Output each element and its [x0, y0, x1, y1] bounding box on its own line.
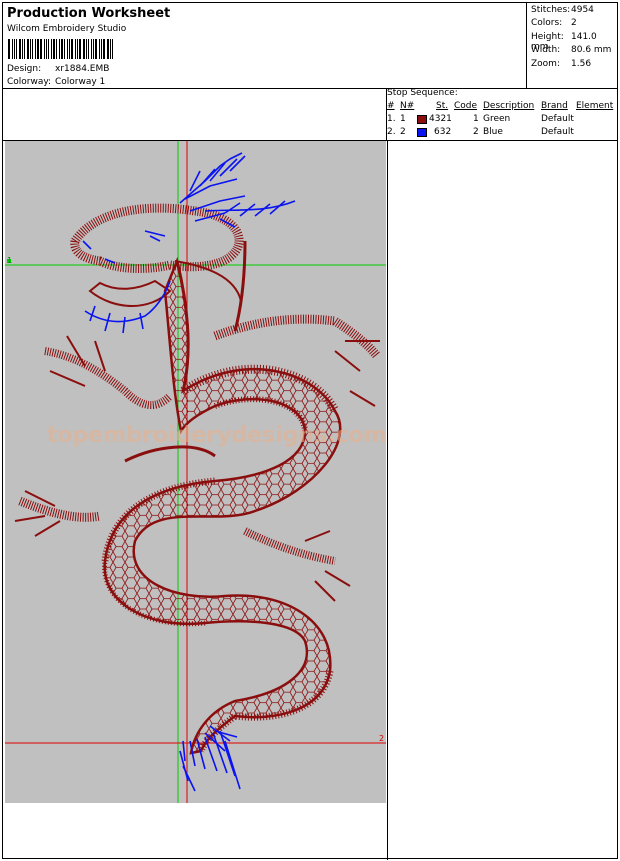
stop-brand: Default [541, 127, 574, 137]
stop-num: 2. [387, 127, 396, 137]
stop-description: Green [483, 114, 511, 124]
design-stats: Stitches:4954 Colors: 2 Height: 141.0 mm W… [528, 3, 617, 88]
dragon-body [101, 256, 342, 755]
stop-row[interactable]: 2. 2 632 2 Blue Default [387, 127, 617, 139]
marker-start-label: 1 [7, 256, 13, 265]
barcode-bar [69, 39, 70, 59]
header-info: Production Worksheet Wilcom Embroidery S… [3, 3, 527, 88]
barcode-bar [48, 39, 49, 59]
stop-sequence-header: # N# St. Code Description Brand Element [387, 101, 617, 113]
barcode-bar [83, 39, 85, 59]
stat-zoom: Zoom: 1.56 [531, 59, 591, 69]
barcode-bar [8, 39, 10, 59]
stop-stitches: 632 [434, 127, 452, 137]
design-label: Design: [7, 64, 42, 74]
barcode-bar [95, 39, 97, 59]
barcode-bar [99, 39, 100, 59]
col-stitches: St. [436, 101, 449, 111]
watermark: topembroiderydesigns.com [47, 423, 386, 448]
barcode-bar [88, 39, 89, 59]
stop-description: Blue [483, 127, 503, 137]
barcode [8, 39, 132, 59]
blank-panel [3, 89, 387, 140]
barcode-bar [86, 39, 87, 59]
barcode-bar [75, 39, 76, 59]
barcode-bar [35, 39, 36, 59]
stat-label: Width: [531, 45, 561, 55]
dragon-head [70, 203, 244, 307]
stat-colors: Colors: 2 [531, 18, 577, 28]
barcode-bar [79, 39, 81, 59]
color-swatch [417, 115, 427, 124]
stop-code: 2 [473, 127, 479, 137]
barcode-bar [51, 39, 52, 59]
barcode-bar [59, 39, 60, 59]
stat-stitches: Stitches:4954 [531, 5, 594, 15]
col-element: Element [576, 101, 614, 111]
barcode-bar [30, 39, 31, 59]
barcode-bar [110, 39, 111, 59]
page-title: Production Worksheet [7, 6, 171, 21]
colorway-value: Colorway 1 [55, 77, 106, 87]
barcode-bar [37, 39, 39, 59]
software-name: Wilcom Embroidery Studio [7, 24, 127, 34]
colorway-label: Colorway: [7, 77, 52, 87]
column-divider [387, 141, 388, 860]
barcode-bar [16, 39, 17, 59]
barcode-bar [91, 39, 92, 59]
col-description: Description [483, 101, 535, 111]
stop-n: 1 [400, 114, 406, 124]
colorway-row: Colorway: Colorway 1 [7, 77, 105, 87]
stat-width: Width: 80.6 mm [531, 45, 611, 55]
design-row: Design: xr1884.EMB [7, 64, 109, 74]
stop-stitches: 4321 [429, 114, 452, 124]
barcode-bar [56, 39, 57, 59]
barcode-bar [40, 39, 42, 59]
barcode-bar [19, 39, 21, 59]
stop-sequence-caption: Stop Sequence: [387, 88, 458, 98]
barcode-bar [61, 39, 63, 59]
stat-value: 80.6 mm [571, 45, 612, 55]
stop-num: 1. [387, 114, 396, 124]
stat-value: 1.56 [571, 59, 592, 69]
barcode-bar [103, 39, 105, 59]
col-num: # [387, 101, 395, 111]
col-brand: Brand [541, 101, 568, 111]
stop-n: 2 [400, 127, 406, 137]
barcode-bar [64, 39, 65, 59]
dragon-design [5, 141, 386, 803]
worksheet-header: Production Worksheet Wilcom Embroidery S… [3, 3, 617, 89]
stat-value: 4954 [571, 5, 594, 15]
design-canvas[interactable]: topembroiderydesigns.com 1 2 [5, 141, 386, 803]
stat-value: 2 [571, 18, 577, 28]
barcode-bar [101, 39, 102, 59]
marker-end-label: 2 [379, 734, 385, 743]
barcode-bar [32, 39, 33, 59]
barcode-bar [24, 39, 25, 59]
barcode-bar [22, 39, 23, 59]
barcode-bar [77, 39, 78, 59]
barcode-bar [112, 39, 113, 59]
barcode-bar [93, 39, 94, 59]
barcode-bar [12, 39, 13, 59]
stat-label: Stitches: [531, 5, 571, 15]
stop-brand: Default [541, 114, 574, 124]
barcode-bar [53, 39, 55, 59]
stop-row[interactable]: 1. 1 4321 1 Green Default [387, 114, 617, 126]
barcode-bar [71, 39, 73, 59]
design-value: xr1884.EMB [55, 64, 110, 74]
barcode-bar [27, 39, 29, 59]
stat-label: Height: [531, 32, 564, 42]
col-n: N# [400, 101, 415, 111]
stat-label: Colors: [531, 18, 563, 28]
barcode-bar [67, 39, 68, 59]
barcode-bar [46, 39, 47, 59]
stop-code: 1 [473, 114, 479, 124]
barcode-bar [107, 39, 109, 59]
color-swatch [417, 128, 427, 137]
stat-label: Zoom: [531, 59, 560, 69]
barcode-bar [44, 39, 45, 59]
barcode-bar [14, 39, 15, 59]
col-code: Code [454, 101, 478, 111]
